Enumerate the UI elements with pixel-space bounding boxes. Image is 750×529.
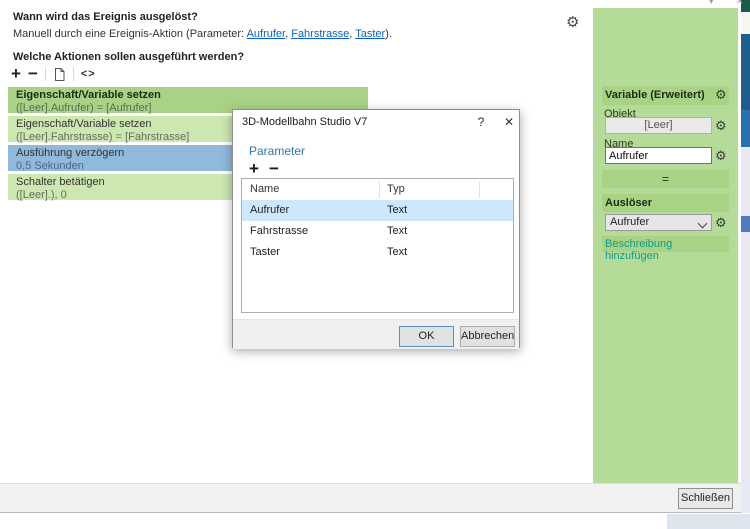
param-link-aufrufer[interactable]: Aufrufer: [247, 28, 286, 40]
cell-typ: Text: [387, 246, 408, 258]
column-header-name: Name: [250, 183, 280, 195]
equals-separator: =: [602, 170, 729, 188]
desktop-background: [667, 514, 750, 529]
objekt-picker-button[interactable]: [Leer]: [605, 117, 712, 134]
actions-toolbar: + − <>: [11, 64, 96, 84]
trigger-text-suffix: ).: [385, 28, 392, 40]
panel-header: Variable (Erweitert) ⚙: [602, 86, 729, 105]
add-action-button[interactable]: +: [11, 65, 21, 82]
name-input[interactable]: [605, 147, 712, 164]
edge-strip-segment: [741, 12, 750, 34]
cell-name: Taster: [250, 246, 280, 258]
edge-strip-segment: [741, 34, 750, 110]
description-row: Beschreibung hinzufügen: [602, 236, 729, 262]
help-icon[interactable]: ?: [473, 115, 489, 129]
add-description-link[interactable]: Beschreibung hinzufügen: [605, 238, 729, 262]
close-icon[interactable]: ✕: [736, 0, 744, 7]
copy-action-button[interactable]: [53, 67, 66, 82]
column-divider: [479, 181, 480, 198]
gear-icon[interactable]: ⚙: [715, 149, 727, 162]
cell-name: Fahrstrasse: [250, 225, 309, 237]
edge-strip-segment: [741, 232, 750, 513]
cancel-button[interactable]: Abbrechen: [460, 326, 515, 347]
cell-typ: Text: [387, 204, 408, 216]
table-row[interactable]: Fahrstrasse Text: [242, 221, 513, 242]
actions-heading: Welche Aktionen sollen ausgeführt werden…: [13, 51, 245, 63]
edge-strip-segment: [741, 147, 750, 216]
dialog-title: 3D-Modellbahn Studio V7: [242, 116, 368, 128]
edge-strip-segment: [741, 110, 750, 147]
edge-strip-segment: [741, 216, 750, 232]
param-link-taster[interactable]: Taster: [355, 28, 385, 40]
page-icon: [54, 67, 65, 81]
close-window-button[interactable]: Schließen: [678, 488, 733, 509]
parameter-table: Name Typ Aufrufer Text Fahrstrasse Text …: [241, 178, 514, 313]
window-footer: [0, 483, 746, 513]
panel-header-label: Variable (Erweitert): [605, 89, 705, 101]
param-link-fahrstrasse[interactable]: Fahrstrasse: [291, 28, 349, 40]
table-row[interactable]: Aufrufer Text: [242, 200, 513, 221]
parameter-toolbar: + −: [249, 160, 279, 177]
dialog-heading: Parameter: [249, 144, 306, 158]
ok-button[interactable]: OK: [399, 326, 454, 347]
trigger-text-prefix: Manuell durch eine Ereignis-Aktion (Para…: [13, 28, 247, 40]
code-view-button[interactable]: <>: [81, 68, 96, 80]
ausloeser-label: Auslöser: [605, 197, 653, 209]
action-title: Eigenschaft/Variable setzen: [16, 89, 161, 101]
gear-icon[interactable]: ⚙: [715, 216, 727, 229]
ausloeser-value: Aufrufer: [610, 216, 650, 228]
pin-icon[interactable]: ▾: [709, 0, 714, 7]
event-settings-gear-icon[interactable]: ⚙: [566, 13, 579, 31]
event-trigger-heading: Wann wird das Ereignis ausgelöst?: [13, 11, 198, 23]
remove-parameter-button[interactable]: −: [269, 160, 279, 177]
table-header: Name Typ: [242, 179, 513, 201]
variable-action-panel: Variable (Erweitert) ⚙ Objekt [Leer] ⚙ N…: [593, 8, 738, 483]
gear-icon[interactable]: ⚙: [715, 88, 727, 101]
gear-icon[interactable]: ⚙: [715, 119, 727, 132]
close-icon[interactable]: ✕: [501, 115, 517, 129]
remove-action-button[interactable]: −: [28, 65, 38, 82]
chevron-down-icon: [697, 218, 708, 229]
toolbar-divider: [44, 67, 46, 81]
column-header-typ: Typ: [387, 183, 405, 195]
table-row[interactable]: Taster Text: [242, 242, 513, 263]
toolbar-divider: [72, 67, 74, 81]
parameter-dialog: 3D-Modellbahn Studio V7 ? ✕ Parameter + …: [232, 109, 520, 349]
cell-name: Aufrufer: [250, 204, 290, 216]
ausloeser-dropdown[interactable]: Aufrufer: [605, 214, 712, 231]
app-window: ▾ ✕ Wann wird das Ereignis ausgelöst? Ma…: [0, 0, 750, 529]
cell-typ: Text: [387, 225, 408, 237]
add-parameter-button[interactable]: +: [249, 160, 259, 177]
event-trigger-description: Manuell durch eine Ereignis-Aktion (Para…: [13, 28, 392, 40]
ausloeser-header: Auslöser: [602, 194, 729, 212]
column-divider: [379, 181, 380, 198]
dialog-titlebar: 3D-Modellbahn Studio V7 ? ✕: [233, 110, 519, 135]
